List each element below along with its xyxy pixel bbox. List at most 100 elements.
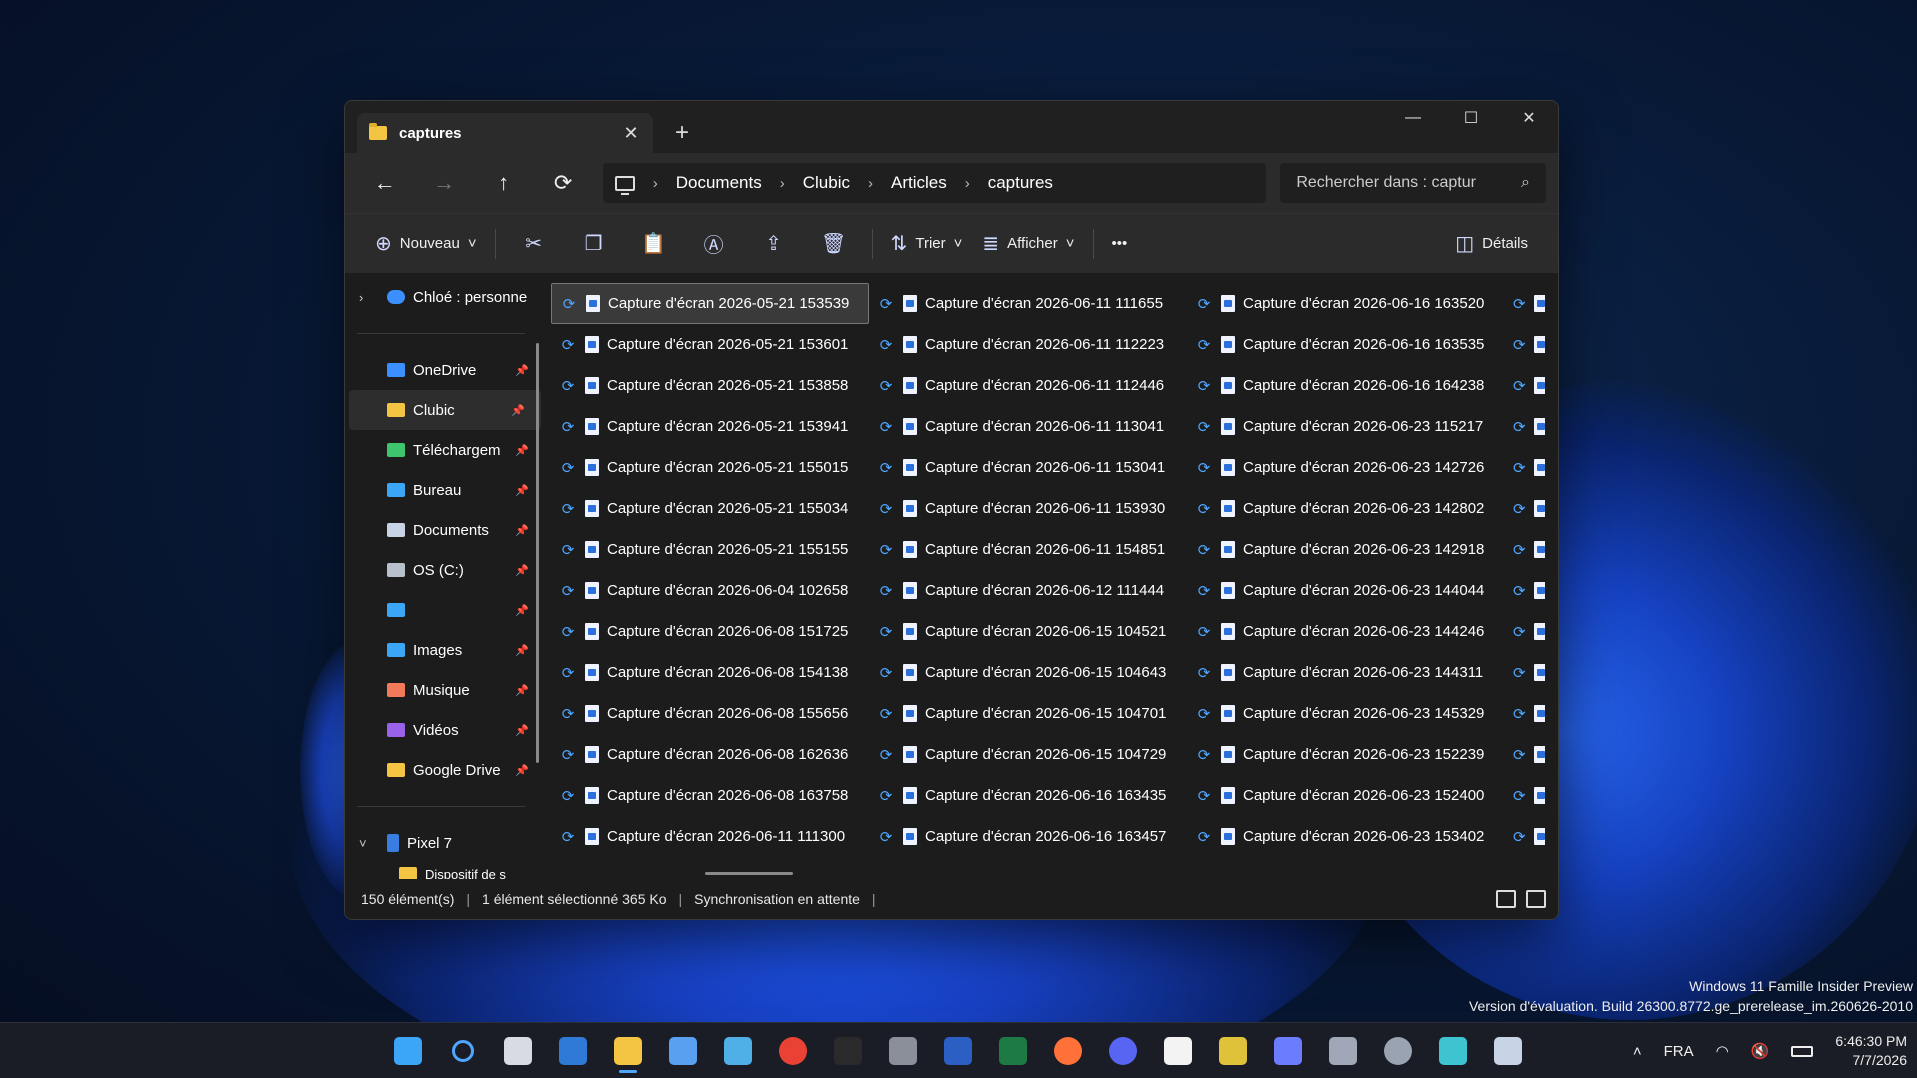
file-item-partial[interactable]: ⟳ bbox=[1505, 447, 1545, 488]
file-item[interactable]: ⟳ Capture d'écran 2026-06-15 104729 bbox=[869, 734, 1187, 775]
pin-icon[interactable]: 📌 bbox=[511, 404, 525, 417]
file-item[interactable]: ⟳ Capture d'écran 2026-06-11 154851 bbox=[869, 529, 1187, 570]
file-item[interactable]: ⟳ Capture d'écran 2026-05-21 153941 bbox=[551, 406, 869, 447]
search-input[interactable]: Rechercher dans : captur ⌕ bbox=[1280, 163, 1546, 203]
notepad-taskbar-button[interactable] bbox=[655, 1027, 710, 1075]
settings-taskbar-button[interactable] bbox=[1370, 1027, 1425, 1075]
excel-taskbar-button[interactable] bbox=[985, 1027, 1040, 1075]
file-item[interactable]: ⟳ Capture d'écran 2026-06-16 164238 bbox=[1187, 365, 1505, 406]
chevron-right-icon[interactable]: › bbox=[965, 175, 970, 192]
sidebar-item-onedrive[interactable]: OneDrive 📌 bbox=[345, 350, 545, 390]
input-language[interactable]: FRA bbox=[1664, 1043, 1694, 1060]
remote-desktop-taskbar-button[interactable] bbox=[1480, 1027, 1535, 1075]
pin-icon[interactable]: 📌 bbox=[515, 724, 529, 737]
file-item-partial[interactable]: ⟳ bbox=[1505, 365, 1545, 406]
this-pc-icon[interactable] bbox=[614, 175, 635, 195]
file-item[interactable]: ⟳ Capture d'écran 2026-06-04 102658 bbox=[551, 570, 869, 611]
firefox-taskbar-button[interactable] bbox=[1040, 1027, 1095, 1075]
file-item[interactable]: ⟳ Capture d'écran 2026-06-23 142726 bbox=[1187, 447, 1505, 488]
file-item[interactable]: ⟳ Capture d'écran 2026-06-12 111444 bbox=[869, 570, 1187, 611]
sidebar-scrollbar[interactable] bbox=[536, 343, 539, 763]
breadcrumb-clubic[interactable]: Clubic bbox=[803, 173, 850, 193]
pin-icon[interactable]: 📌 bbox=[515, 604, 529, 617]
widgets-taskbar-button[interactable] bbox=[545, 1027, 600, 1075]
back-button[interactable]: ← bbox=[357, 163, 412, 203]
chevron-up-icon[interactable]: ˄ bbox=[1633, 1043, 1642, 1060]
file-item-partial[interactable]: ⟳ bbox=[1505, 734, 1545, 775]
sidebar-item-t-l-chargem[interactable]: Téléchargem 📌 bbox=[345, 430, 545, 470]
discord-taskbar-button[interactable] bbox=[1095, 1027, 1150, 1075]
sort-button[interactable]: ⇅ Trier ˅ bbox=[881, 224, 973, 264]
pin-icon[interactable]: 📌 bbox=[515, 684, 529, 697]
pin-icon[interactable]: 📌 bbox=[515, 524, 529, 537]
file-item-partial[interactable]: ⟳ bbox=[1505, 611, 1545, 652]
new-button[interactable]: ⊕ Nouveau ˅ bbox=[365, 224, 487, 264]
file-item[interactable]: ⟳ Capture d'écran 2026-05-21 155015 bbox=[551, 447, 869, 488]
tab-captures[interactable]: captures ✕ bbox=[357, 113, 653, 153]
maximize-button[interactable]: ☐ bbox=[1442, 101, 1500, 135]
vscode-taskbar-button[interactable] bbox=[1425, 1027, 1480, 1075]
word-taskbar-button[interactable] bbox=[930, 1027, 985, 1075]
pin-icon[interactable]: 📌 bbox=[515, 484, 529, 497]
view-button[interactable]: ≣ Afficher ˅ bbox=[972, 224, 1084, 264]
sidebar-item-clubic[interactable]: Clubic 📌 bbox=[349, 390, 541, 430]
address-bar[interactable]: › Documents › Clubic › Articles › captur… bbox=[602, 163, 1267, 203]
close-tab-icon[interactable]: ✕ bbox=[621, 123, 641, 144]
clock[interactable]: 6:46:30 PM 7/7/2026 bbox=[1835, 1032, 1907, 1070]
file-item[interactable]: ⟳ Capture d'écran 2026-05-21 153858 bbox=[551, 365, 869, 406]
file-item[interactable]: ⟳ Capture d'écran 2026-06-08 163758 bbox=[551, 775, 869, 816]
file-item[interactable]: ⟳ Capture d'écran 2026-06-23 142802 bbox=[1187, 488, 1505, 529]
file-item[interactable]: ⟳ Capture d'écran 2026-06-23 142918 bbox=[1187, 529, 1505, 570]
file-item[interactable]: ⟳ Capture d'écran 2026-06-11 113041 bbox=[869, 406, 1187, 447]
file-item[interactable]: ⟳ Capture d'écran 2026-06-23 152400 bbox=[1187, 775, 1505, 816]
file-item[interactable]: ⟳ Capture d'écran 2026-06-08 162636 bbox=[551, 734, 869, 775]
sidebar-item-musique[interactable]: Musique 📌 bbox=[345, 670, 545, 710]
volume-muted-icon[interactable]: 🔇 bbox=[1751, 1042, 1770, 1060]
file-item[interactable]: ⟳ Capture d'écran 2026-06-16 163535 bbox=[1187, 324, 1505, 365]
search-taskbar-button[interactable] bbox=[435, 1027, 490, 1075]
file-item[interactable]: ⟳ Capture d'écran 2026-06-23 115217 bbox=[1187, 406, 1505, 447]
file-item[interactable]: ⟳ Capture d'écran 2026-06-08 154138 bbox=[551, 652, 869, 693]
delete-button[interactable]: 🗑 bbox=[804, 224, 864, 264]
file-item[interactable]: ⟳ Capture d'écran 2026-05-21 155034 bbox=[551, 488, 869, 529]
file-item-partial[interactable]: ⟳ bbox=[1505, 406, 1545, 447]
sidebar-item-images[interactable]: Images 📌 bbox=[345, 630, 545, 670]
copilot-taskbar-button[interactable] bbox=[1260, 1027, 1315, 1075]
sidebar-item-google-drive[interactable]: Google Drive 📌 bbox=[345, 750, 545, 790]
chevron-right-icon[interactable]: › bbox=[780, 175, 785, 192]
file-item[interactable]: ⟳ Capture d'écran 2026-06-15 104643 bbox=[869, 652, 1187, 693]
file-item[interactable]: ⟳ Capture d'écran 2026-06-08 151725 bbox=[551, 611, 869, 652]
file-item[interactable]: ⟳ Capture d'écran 2026-05-21 153539 bbox=[551, 283, 869, 324]
large-icons-view-icon[interactable] bbox=[1526, 890, 1546, 908]
sidebar-item-cloud-root[interactable]: › Chloé : personne bbox=[345, 277, 545, 317]
chevron-right-icon[interactable]: › bbox=[868, 175, 873, 192]
rename-button[interactable]: Ⓐ bbox=[684, 224, 744, 264]
store-taskbar-button[interactable] bbox=[1150, 1027, 1205, 1075]
wifi-icon[interactable]: ◠ bbox=[1716, 1042, 1729, 1060]
task-view-taskbar-button[interactable] bbox=[490, 1027, 545, 1075]
file-item-partial[interactable]: ⟳ bbox=[1505, 488, 1545, 529]
file-item[interactable]: ⟳ Capture d'écran 2026-05-21 153601 bbox=[551, 324, 869, 365]
refresh-button[interactable]: ⟳ bbox=[535, 163, 590, 203]
calculator-taskbar-button[interactable] bbox=[875, 1027, 930, 1075]
file-item[interactable]: ⟳ Capture d'écran 2026-05-21 155155 bbox=[551, 529, 869, 570]
copy-button[interactable]: ❐ bbox=[564, 224, 624, 264]
new-tab-button[interactable]: + bbox=[675, 119, 689, 147]
details-view-icon[interactable] bbox=[1496, 890, 1516, 908]
file-item[interactable]: ⟳ Capture d'écran 2026-06-23 152239 bbox=[1187, 734, 1505, 775]
sidebar-item-unnamed[interactable]: 📌 bbox=[345, 590, 545, 630]
color-app-taskbar-button[interactable] bbox=[1205, 1027, 1260, 1075]
file-item-partial[interactable]: ⟳ bbox=[1505, 324, 1545, 365]
photos-taskbar-button[interactable] bbox=[710, 1027, 765, 1075]
file-item[interactable]: ⟳ Capture d'écran 2026-06-15 104521 bbox=[869, 611, 1187, 652]
up-button[interactable]: ↑ bbox=[476, 163, 531, 203]
sidebar-item-pixel7[interactable]: ˅ Pixel 7 bbox=[345, 823, 545, 863]
cut-button[interactable]: ✂ bbox=[504, 224, 564, 264]
file-item-partial[interactable]: ⟳ bbox=[1505, 816, 1545, 857]
paste-button[interactable]: 📋 bbox=[624, 224, 684, 264]
file-item[interactable]: ⟳ Capture d'écran 2026-06-23 144044 bbox=[1187, 570, 1505, 611]
battery-icon[interactable] bbox=[1791, 1045, 1814, 1057]
file-item[interactable]: ⟳ Capture d'écran 2026-06-11 153041 bbox=[869, 447, 1187, 488]
file-item[interactable]: ⟳ Capture d'écran 2026-06-23 153402 bbox=[1187, 816, 1505, 857]
forward-button[interactable]: → bbox=[416, 163, 471, 203]
